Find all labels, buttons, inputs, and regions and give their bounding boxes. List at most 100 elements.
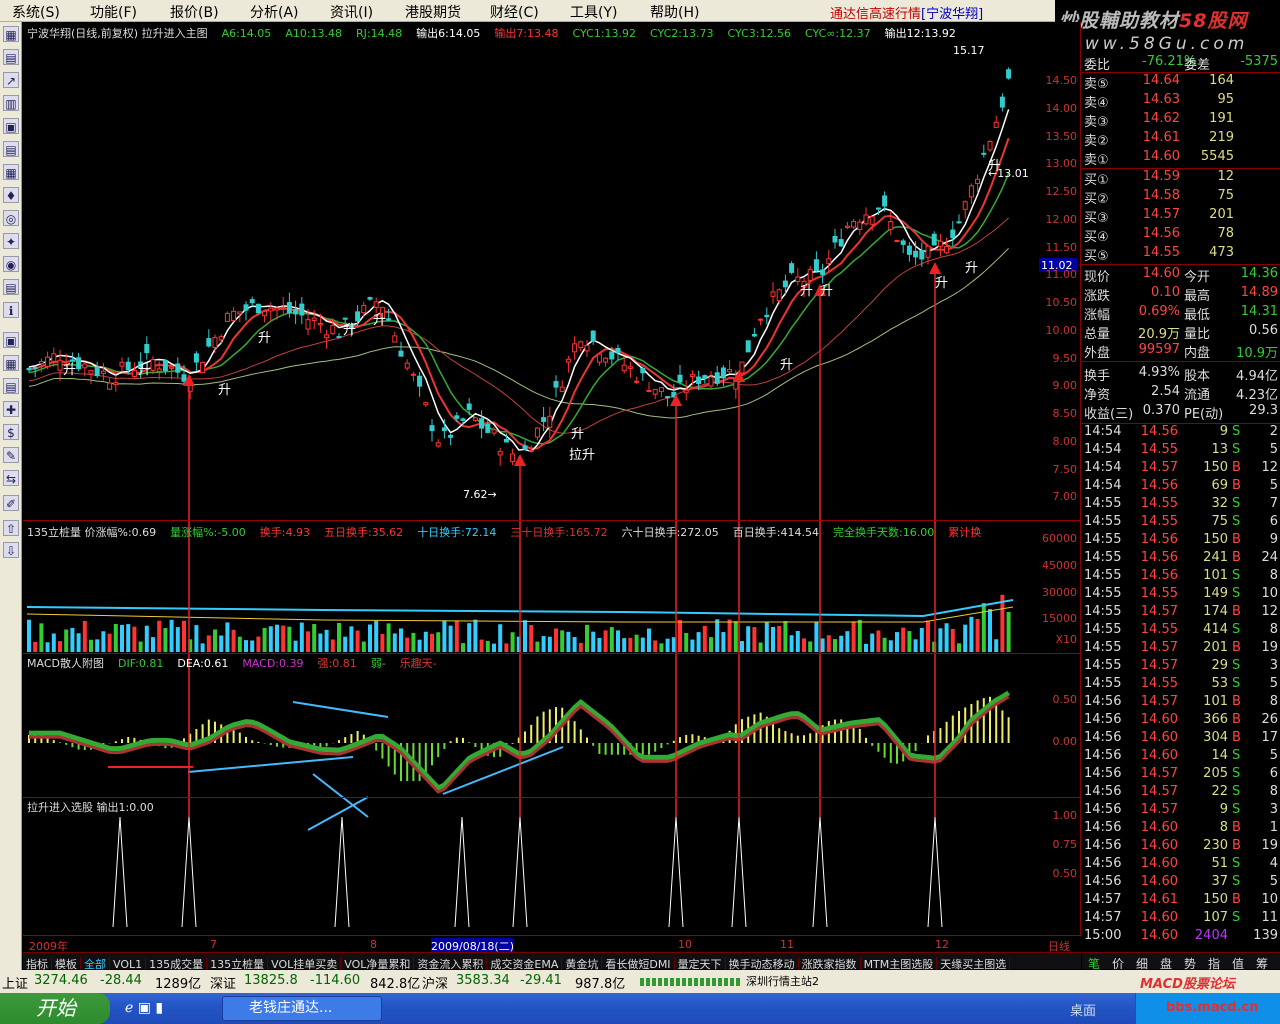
tick-side: S <box>1232 676 1241 691</box>
candlestick <box>590 330 596 342</box>
axis-tick-label: X10 <box>1055 633 1077 646</box>
tick-price: 14.57 <box>1140 784 1178 799</box>
volume-bar <box>64 629 69 652</box>
chart-area[interactable]: 升升升升升升升升升升升升升拉升 7.62→ 15.17 ←13.01 11.02 宁波华… <box>23 22 1081 952</box>
menu-item[interactable]: 港股期货 <box>405 2 461 22</box>
toolbar-tool-icon[interactable]: ▣ <box>3 118 19 134</box>
start-button[interactable]: 开始 <box>0 993 110 1024</box>
tick-price: 14.56 <box>1140 424 1178 439</box>
candlestick <box>640 367 646 374</box>
toolbar-tool-icon[interactable]: ℹ <box>3 302 19 318</box>
menu-item[interactable]: 财经(C) <box>490 2 539 22</box>
volume-bar <box>622 638 627 652</box>
candlestick <box>851 220 857 228</box>
quote-row: 买④ 14.56 78 <box>1082 226 1280 245</box>
taskbar-item-app[interactable]: 老钱庄通达... <box>222 996 382 1021</box>
tick-price: 14.60 <box>1140 910 1178 925</box>
tick-time: 14:56 <box>1084 820 1122 835</box>
toolbar-tool-icon[interactable]: ✚ <box>3 401 19 417</box>
volume-bar <box>430 633 434 652</box>
toolbar-tool-icon[interactable]: $ <box>3 424 19 440</box>
stat-label: 量比 <box>1184 327 1211 342</box>
volume-bar <box>492 643 496 652</box>
toolbar-tool-icon[interactable]: ▦ <box>3 26 19 42</box>
quote-row: 14:55 14.56 101 S 8 <box>1082 568 1280 586</box>
tick-time: 14:54 <box>1084 460 1122 475</box>
toolbar-tool-icon[interactable]: ✦ <box>3 233 19 249</box>
rise-label: 升 <box>343 323 356 338</box>
toolbar-tool-icon[interactable]: ✎ <box>3 447 19 463</box>
toolbar-tool-icon[interactable]: ◎ <box>3 210 19 226</box>
volume-bar <box>101 631 106 652</box>
menu-item[interactable]: 系统(S) <box>12 2 60 22</box>
menu-item[interactable]: 资讯(I) <box>330 2 373 22</box>
toolbar-tool-icon[interactable]: ▦ <box>3 355 19 371</box>
tick-volume: 51 <box>1211 856 1228 871</box>
toolbar-tool-icon[interactable]: ▤ <box>3 141 19 157</box>
quick-launch-icons[interactable]: ℯ ▣ ▮ <box>125 1000 163 1016</box>
toolbar-tool-icon[interactable]: ▤ <box>3 378 19 394</box>
tick-volume: 9 <box>1219 424 1228 439</box>
toolbar-tool-icon[interactable]: ⇧ <box>3 520 19 536</box>
tick-time: 14:55 <box>1084 496 1122 511</box>
stat-label: 总量 <box>1084 327 1111 342</box>
tick-count: 19 <box>1261 838 1278 853</box>
quote-row: 委比 -76.21% 委差 -5375 <box>1082 54 1280 73</box>
desktop-toolbar[interactable]: 桌面 <box>1070 1000 1096 1019</box>
rise-label: 升 <box>800 284 813 299</box>
trend-line <box>307 796 369 831</box>
candlestick <box>615 347 621 353</box>
menu-item[interactable]: 工具(Y) <box>570 2 617 22</box>
menu-item[interactable]: 帮助(H) <box>650 2 699 22</box>
menu-item[interactable]: 分析(A) <box>250 2 299 22</box>
candlestick <box>782 280 788 288</box>
tick-volume: 13 <box>1211 442 1228 457</box>
date-tick-label: 10 <box>678 938 692 951</box>
toolbar-tool-icon[interactable]: ♦ <box>3 187 19 203</box>
candlestick <box>789 263 795 273</box>
toolbar-tool-icon[interactable]: ↗ <box>3 72 19 88</box>
volume-bar <box>678 619 682 652</box>
signal-pane-header: 拉升进入选股 输出1:0.00 <box>27 801 154 814</box>
axis-tick-label: 0.00 <box>1052 735 1078 748</box>
toolbar-tool-icon[interactable]: ▦ <box>3 164 19 180</box>
tick-price: 14.60 <box>1140 820 1178 835</box>
toolbar-tool-icon[interactable]: ▤ <box>3 49 19 65</box>
candlestick <box>702 375 708 379</box>
volume-bar <box>324 629 329 652</box>
volume-bar <box>777 625 782 652</box>
quote-row: 卖⑤ 14.64 164 <box>1082 73 1280 92</box>
stat-label: 流通 <box>1184 388 1211 403</box>
toolbar-tool-icon[interactable]: ▥ <box>3 95 19 111</box>
volume: 219 <box>1209 130 1234 145</box>
candlestick <box>565 358 571 363</box>
volume-bar <box>895 632 899 652</box>
sz-change: -114.60 <box>310 973 361 988</box>
tick-time: 14:55 <box>1084 622 1122 637</box>
menu-item[interactable]: 功能(F) <box>90 2 137 22</box>
candlestick <box>584 345 590 352</box>
tick-volume: 414 <box>1203 622 1228 637</box>
tick-time: 14:55 <box>1084 550 1122 565</box>
candlestick <box>286 302 292 314</box>
volume-bar <box>919 627 924 652</box>
toolbar-tool-icon[interactable]: ✐ <box>3 495 19 511</box>
toolbar-tool-icon[interactable]: ⇩ <box>3 542 19 558</box>
volume-bar <box>436 632 441 652</box>
tick-count: 2 <box>1269 424 1278 439</box>
candlestick <box>113 382 119 385</box>
volume-bar <box>535 641 540 652</box>
toolbar-tool-icon[interactable]: ⇆ <box>3 470 19 486</box>
volume-bar <box>51 633 56 652</box>
tick-side: S <box>1232 622 1241 637</box>
chart-canvas[interactable]: 升升升升升升升升升 升升升升拉升7.62→15.17←13.0111.02 <box>23 22 1081 935</box>
toolbar-tool-icon[interactable]: ▣ <box>3 332 19 348</box>
stat-value: 14.36 <box>1240 266 1278 281</box>
toolbar-tool-icon[interactable]: ◉ <box>3 256 19 272</box>
quote-row: 总量 20.9万 量比 0.56 <box>1082 323 1280 342</box>
candlestick <box>94 366 100 377</box>
menu-item[interactable]: 报价(B) <box>170 2 219 22</box>
candlestick <box>237 311 243 315</box>
toolbar-tool-icon[interactable]: ▤ <box>3 279 19 295</box>
volume-bar <box>820 638 825 652</box>
